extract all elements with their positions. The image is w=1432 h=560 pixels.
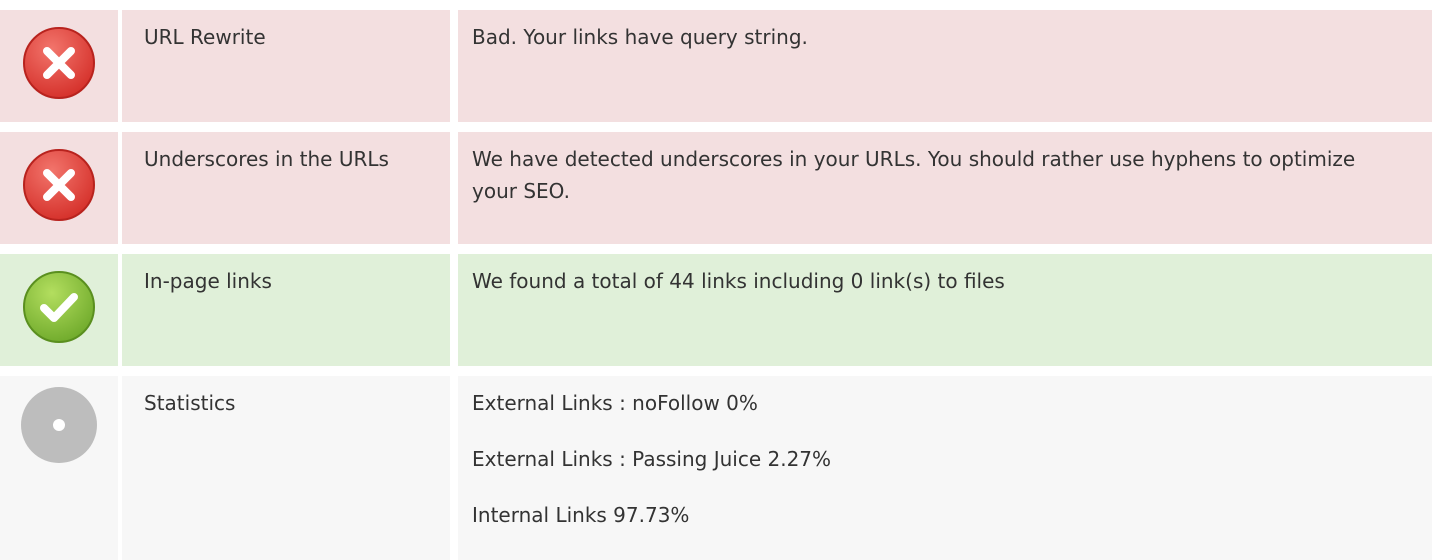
stat-external-passing-juice: External Links : Passing Juice 2.27%: [472, 447, 832, 471]
check-label: In-page links: [122, 254, 450, 366]
check-label: URL Rewrite: [122, 10, 450, 122]
error-x-icon: [23, 27, 95, 99]
statistics-list: External Links : noFollow 0% External Li…: [458, 376, 1432, 560]
check-icon: [23, 271, 95, 343]
check-description: We found a total of 44 links including 0…: [458, 254, 1432, 366]
seo-check-row-in-page-links: In-page links We found a total of 44 lin…: [0, 254, 1432, 366]
status-cell: [0, 254, 118, 366]
check-description: We have detected underscores in your URL…: [458, 132, 1432, 244]
seo-check-row-url-rewrite: URL Rewrite Bad. Your links have query s…: [0, 10, 1432, 122]
status-cell: [0, 376, 118, 560]
status-cell: [0, 10, 118, 122]
check-description: Bad. Your links have query string.: [458, 10, 1432, 122]
stat-external-nofollow: External Links : noFollow 0%: [472, 391, 758, 415]
check-label: Statistics: [122, 376, 450, 560]
seo-check-row-underscores: Underscores in the URLs We have detected…: [0, 132, 1432, 244]
check-label: Underscores in the URLs: [122, 132, 450, 244]
error-x-icon: [23, 149, 95, 221]
stat-internal-links: Internal Links 97.73%: [472, 503, 690, 527]
info-dot-icon: [21, 387, 97, 463]
status-cell: [0, 132, 118, 244]
seo-check-row-statistics: Statistics External Links : noFollow 0% …: [0, 376, 1432, 560]
